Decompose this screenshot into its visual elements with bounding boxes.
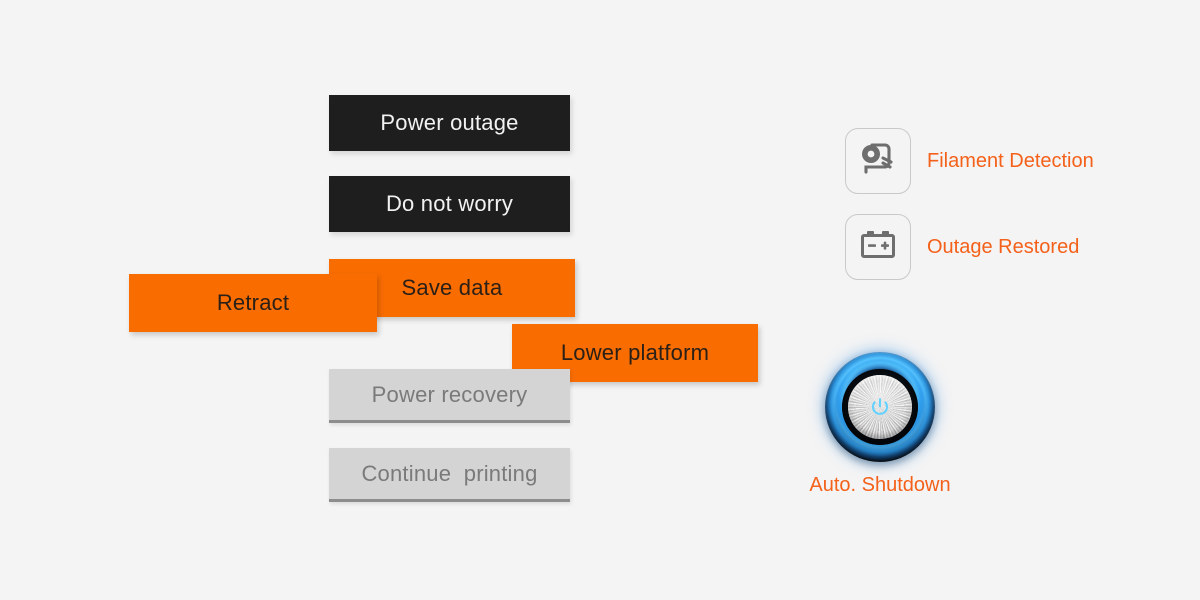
auto-shutdown-label: Auto. Shutdown <box>809 474 951 496</box>
flow-bar-label: Power outage <box>380 110 519 135</box>
feature-label: Filament Detection <box>927 149 1094 172</box>
feature-icon-box <box>845 214 911 280</box>
power-symbol-icon <box>825 352 935 462</box>
flow-bar-retract: Retract <box>129 274 377 332</box>
feature-icon-box <box>845 128 911 194</box>
flow-bar-power-outage: Power outage <box>329 95 570 151</box>
feature-filament-detection: Filament Detection <box>845 128 1094 194</box>
filament-spool-icon <box>858 141 898 182</box>
feature-outage-restored: Outage Restored <box>845 214 1079 280</box>
flow-bar-power-recovery: Power recovery <box>329 369 570 423</box>
flow-bar-continue-printing: Continue printing <box>329 448 570 502</box>
flow-bar-label: Save data <box>401 275 503 300</box>
auto-shutdown-group: Auto. Shutdown <box>806 352 954 497</box>
flow-bar-label: Lower platform <box>560 340 710 365</box>
battery-icon <box>858 228 898 267</box>
flow-bar-label: Continue printing <box>361 460 538 486</box>
flow-bar-label: Do not worry <box>385 191 514 216</box>
flow-bar-do-not-worry: Do not worry <box>329 176 570 232</box>
flow-bar-label: Power recovery <box>371 381 528 407</box>
flow-bar-label: Retract <box>216 290 290 315</box>
feature-label: Outage Restored <box>927 235 1080 258</box>
power-button[interactable] <box>825 352 935 462</box>
infographic-canvas: Power outage Do not worry Save data Retr… <box>0 0 1200 600</box>
